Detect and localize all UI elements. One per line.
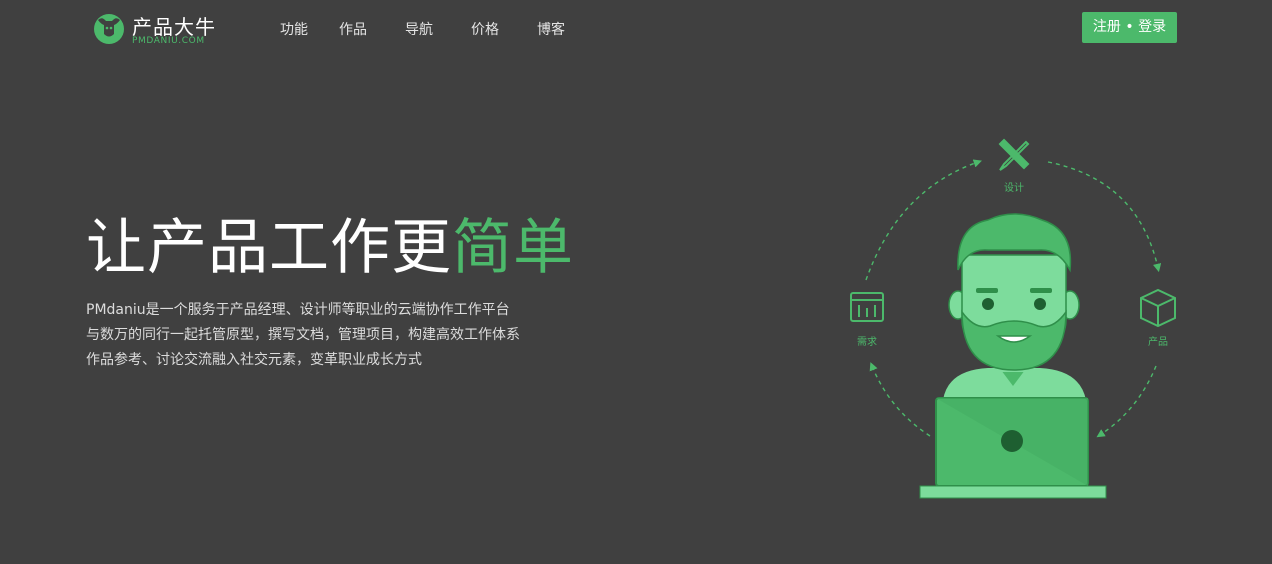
product-label: 产品 — [1148, 337, 1168, 348]
hero-description: PMdaniu是一个服务于产品经理、设计师等职业的云端协作工作平台 与数万的同行… — [86, 298, 546, 373]
hero-description-line: 与数万的同行一起托管原型，撰写文档，管理项目，构建高效工作体系 — [86, 327, 520, 343]
logo-domain: PMDANIU.COM — [132, 36, 205, 46]
register-login-button[interactable]: 注册 • 登录 — [1082, 12, 1177, 43]
design-icon — [998, 138, 1030, 171]
hero-title-accent: 简单 — [452, 213, 574, 283]
requirement-icon — [850, 292, 884, 322]
design-label: 设计 — [1004, 183, 1024, 194]
product-icon — [1140, 288, 1176, 328]
nav-item-blog[interactable]: 博客 — [537, 19, 565, 39]
hero-illustration: 设计 需求 产品 — [838, 130, 1188, 510]
avatar-figure — [919, 213, 1107, 499]
logo[interactable]: 产品大牛 PMDANIU.COM — [92, 10, 232, 50]
hero-title-main: 让产品工作更 — [86, 213, 452, 283]
hero-title: 让产品工作更简单 — [86, 209, 574, 287]
nav-item-features[interactable]: 功能 — [280, 19, 308, 39]
nav-item-navigation[interactable]: 导航 — [405, 19, 433, 39]
nav-item-works[interactable]: 作品 — [339, 19, 367, 39]
hero-description-line: PMdaniu是一个服务于产品经理、设计师等职业的云端协作工作平台 — [86, 302, 510, 318]
landing-page: 产品大牛 PMDANIU.COM 功能 作品 导航 价格 博客 注册 • 登录 … — [0, 0, 1272, 564]
bull-logo-icon — [94, 14, 124, 44]
nav-item-pricing[interactable]: 价格 — [471, 19, 499, 39]
requirement-label: 需求 — [857, 337, 877, 348]
hero-description-line: 作品参考、讨论交流融入社交元素，变革职业成长方式 — [86, 352, 422, 368]
